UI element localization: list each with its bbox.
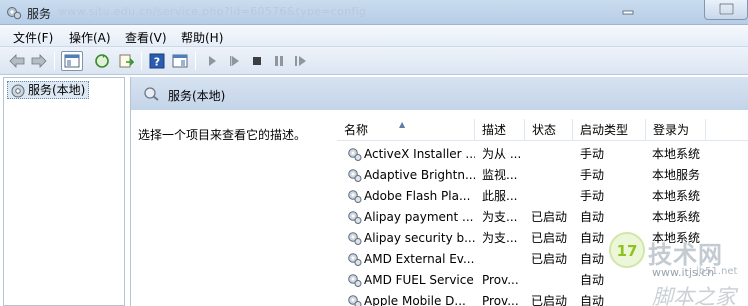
cell-name: ActiveX Installer ... — [364, 147, 475, 161]
table-row[interactable]: Adobe Flash Pla... 此服... 手动 本地系统 — [337, 186, 748, 207]
column-header-status[interactable]: 状态 — [525, 119, 573, 141]
site-watermark: 17 技术网 www.itjs.cn jb51.net 脚本之家 — [600, 225, 748, 306]
stop-service-icon[interactable] — [248, 52, 266, 70]
sort-ascending-icon: ▲ — [399, 120, 406, 129]
menu-file[interactable]: 文件(F) — [13, 29, 53, 46]
column-header-startup-type[interactable]: 启动类型 — [573, 119, 646, 141]
cell-status: 已启动 — [531, 210, 568, 224]
properties-icon[interactable] — [171, 52, 189, 70]
gear-icon — [10, 83, 26, 103]
column-header-name[interactable]: ▲ 名称 — [337, 119, 475, 141]
cell-description: 为支... — [482, 231, 518, 245]
cell-name: Alipay security b... — [364, 231, 475, 245]
pause-service-icon[interactable] — [270, 52, 288, 70]
cell-logon-as: 本地系统 — [652, 189, 701, 203]
start-service-icon[interactable] — [203, 52, 221, 70]
help-icon[interactable]: ? — [148, 52, 166, 70]
toolbar-separator — [141, 52, 142, 70]
cell-status — [531, 144, 573, 165]
description-hint: 选择一个项目来查看它的描述。 — [138, 128, 307, 142]
menu-help[interactable]: 帮助(H) — [181, 29, 223, 46]
minimize-button[interactable] — [614, 1, 642, 19]
cell-name: Adobe Flash Pla... — [364, 189, 471, 203]
back-arrow-icon[interactable] — [8, 52, 26, 70]
show-tree-icon[interactable] — [61, 51, 83, 71]
menu-action[interactable]: 操作(A) — [69, 29, 111, 46]
cell-status: 已启动 — [531, 231, 568, 245]
cell-logon-as: 本地系统 — [652, 147, 701, 161]
svg-text:?: ? — [154, 56, 160, 69]
services-app-icon — [6, 5, 22, 20]
watermark-brand: 脚本之家 — [652, 285, 736, 306]
start-service-alt-icon[interactable] — [226, 52, 244, 70]
toolbar-separator — [54, 52, 55, 70]
cell-description: Prov... — [482, 294, 519, 306]
cell-name: AMD External Ev... — [364, 252, 475, 266]
cell-description: 监视... — [482, 168, 518, 182]
cell-logon-as: 本地服务 — [652, 168, 701, 182]
pane-header: 服务(本地) — [131, 77, 748, 110]
watermark-small: jb51.net — [696, 266, 738, 277]
table-row[interactable]: ActiveX Installer ... 为从 ... 手动 本地系统 — [337, 144, 748, 165]
menu-view[interactable]: 查看(V) — [125, 29, 167, 46]
cell-description: 此服... — [482, 189, 518, 203]
window-title: 服务 — [27, 7, 52, 21]
cell-description: Prov... — [482, 273, 519, 287]
cell-description: 为从 ... — [482, 147, 522, 161]
cell-description — [482, 249, 525, 270]
cell-status — [531, 186, 573, 207]
cell-name: Adaptive Brightn... — [364, 168, 475, 182]
cell-startup-type: 手动 — [580, 189, 605, 203]
cell-status — [531, 270, 573, 291]
restart-service-icon[interactable] — [292, 52, 310, 70]
table-row[interactable]: Adaptive Brightn... 监视... 手动 本地服务 — [337, 165, 748, 186]
description-panel: 选择一个项目来查看它的描述。 — [131, 110, 337, 306]
cell-status — [531, 165, 573, 186]
watermark-title: 技术网 — [648, 241, 723, 269]
pane-title: 服务(本地) — [168, 89, 226, 103]
cell-name: AMD FUEL Service — [364, 273, 474, 287]
cell-status: 已启动 — [531, 252, 568, 266]
tree-item-label: 服务(本地) — [28, 83, 86, 97]
console-tree: 服务(本地) — [3, 77, 125, 306]
svg-text:17: 17 — [617, 242, 638, 260]
cell-status: 已启动 — [531, 294, 568, 306]
maximize-button[interactable] — [704, 0, 748, 20]
search-gear-icon — [143, 86, 161, 105]
blurred-title-text: www.sjtu.edu.cn/service.php?id=60576&typ… — [58, 5, 367, 18]
column-header-description[interactable]: 描述 — [475, 119, 525, 141]
toolbar-separator — [195, 52, 196, 70]
cell-name: Apple Mobile D... — [364, 294, 466, 306]
refresh-icon[interactable] — [93, 52, 111, 70]
menu-bar: 文件(F) 操作(A) 查看(V) 帮助(H) — [0, 25, 748, 47]
title-bar: 服务 www.sjtu.edu.cn/service.php?id=60576&… — [0, 0, 748, 25]
cell-startup-type: 手动 — [580, 147, 605, 161]
forward-arrow-icon[interactable] — [30, 52, 48, 70]
cell-description: 为支... — [482, 210, 518, 224]
export-list-icon[interactable] — [117, 52, 135, 70]
column-header-logon-as[interactable]: 登录为 — [646, 119, 706, 141]
toolbar: ? — [0, 47, 748, 75]
cell-name: Alipay payment ... — [364, 210, 474, 224]
tree-item-services-local[interactable]: 服务(本地) — [7, 81, 90, 99]
cell-startup-type: 手动 — [580, 168, 605, 182]
table-header: ▲ 名称 描述 状态 启动类型 登录为 — [337, 119, 748, 141]
